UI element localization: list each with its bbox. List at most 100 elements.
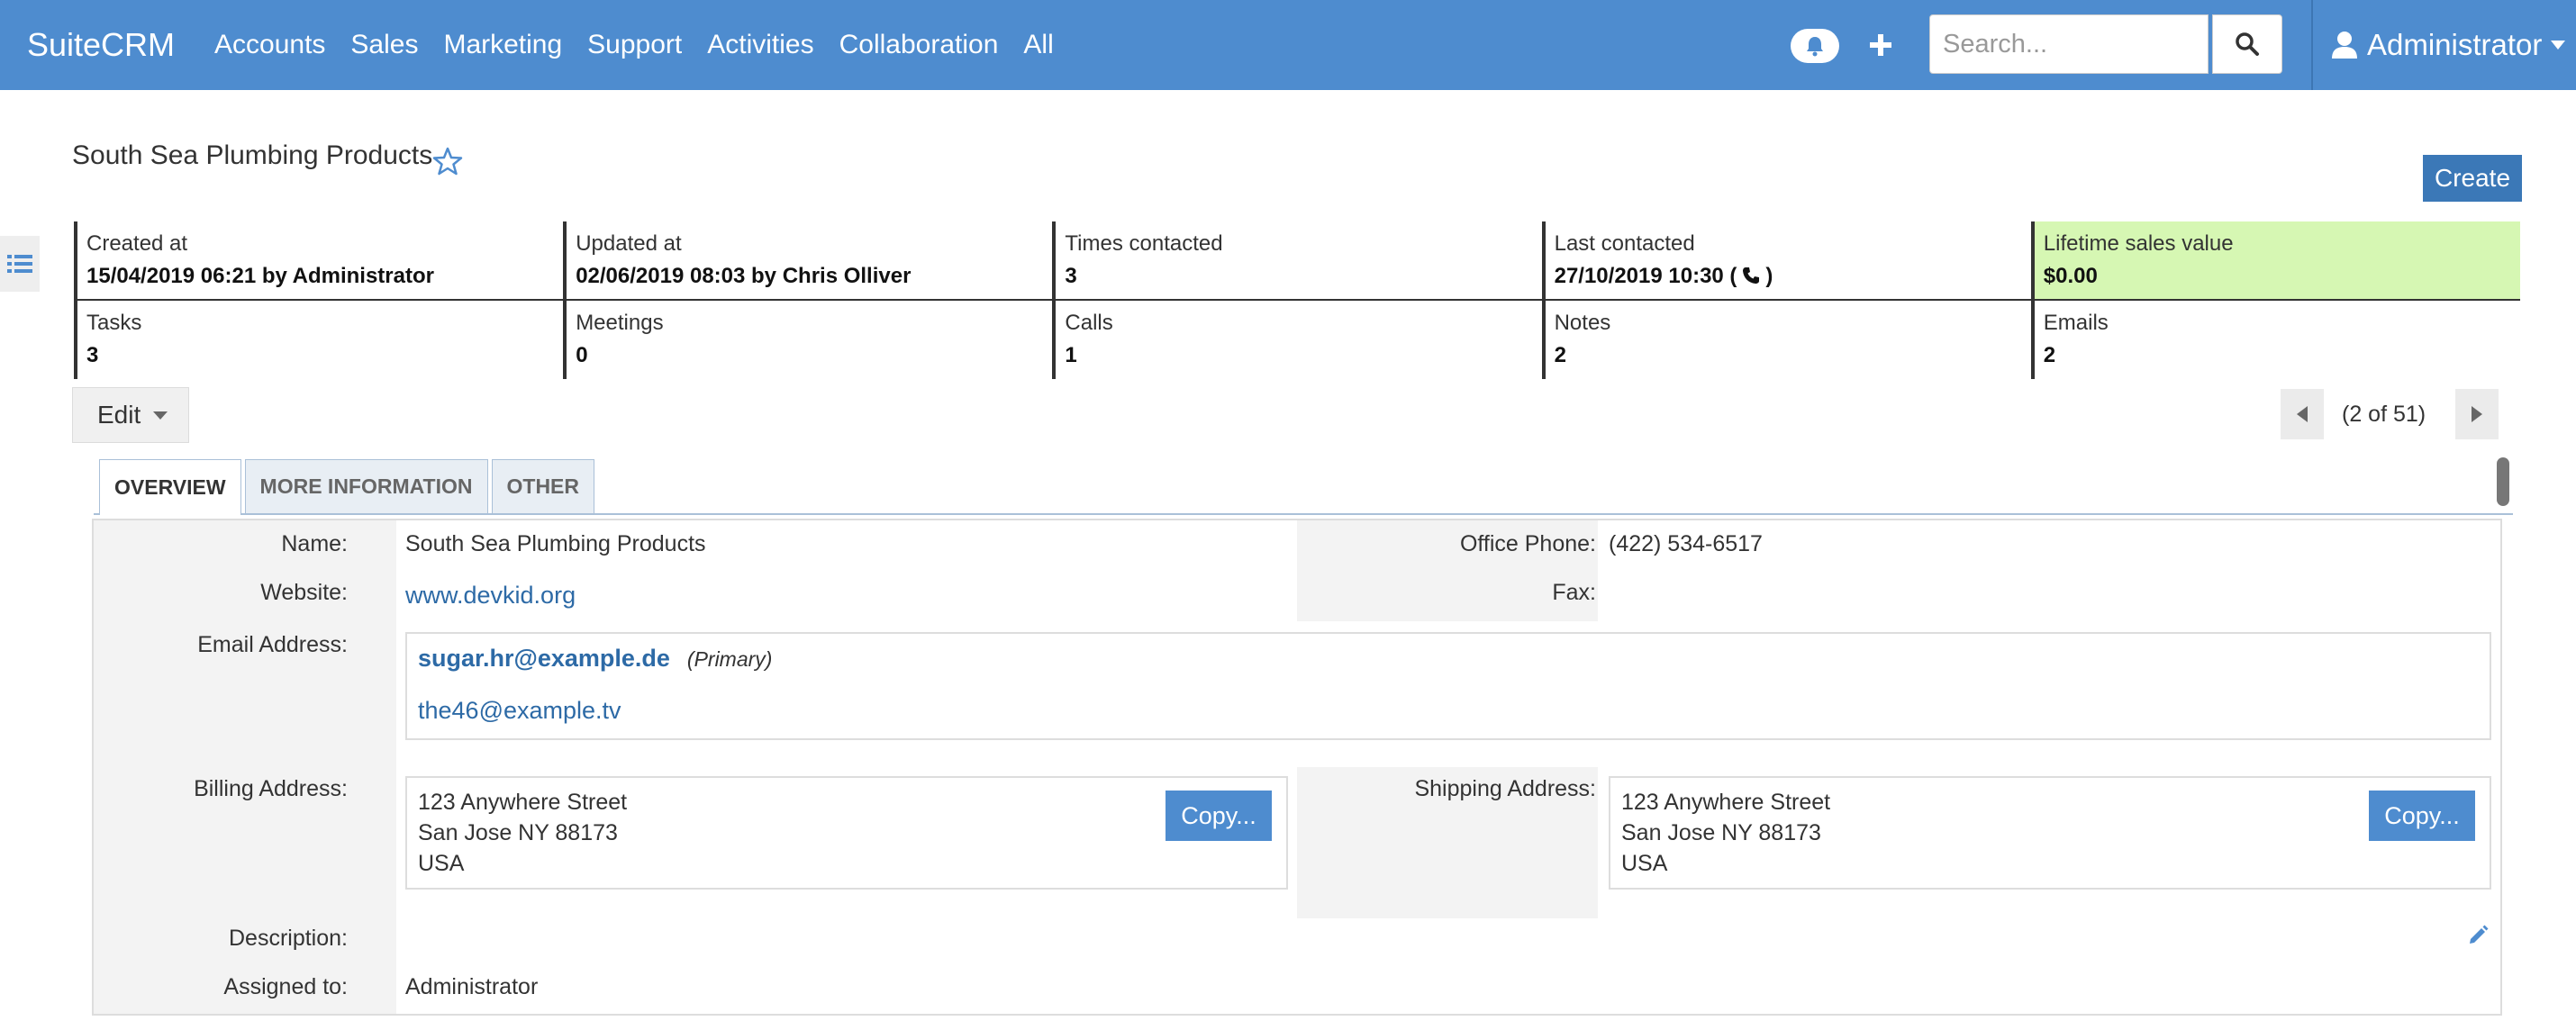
scrollbar-thumb[interactable] [2497,457,2509,506]
search-input[interactable] [1929,14,2209,74]
nav-item-all[interactable]: All [1011,0,1066,90]
nav-item-accounts[interactable]: Accounts [214,0,338,90]
shipping-country: USA [1621,851,1668,876]
name-value: South Sea Plumbing Products [405,531,706,556]
magnifier-icon [2236,32,2259,56]
summary-panel: Created at 15/04/2019 06:21 by Administr… [74,221,2520,379]
billing-address-box: 123 Anywhere Street San Jose NY 88173 US… [405,776,1288,890]
shipping-address-box: 123 Anywhere Street San Jose NY 88173 US… [1609,776,2491,890]
email-primary-link[interactable]: sugar.hr@example.de [418,645,670,672]
phone-icon [1743,267,1760,284]
summary-label: Meetings [576,311,664,335]
summary-value: 3 [1065,264,1077,288]
billing-street: 123 Anywhere Street [418,790,628,815]
search-button[interactable] [2212,14,2282,74]
detail-tabs: OVERVIEW MORE INFORMATION OTHER [99,459,598,515]
brand-logo[interactable]: SuiteCRM [27,0,175,90]
chevron-down-icon [2551,41,2566,50]
summary-updated: Updated at 02/06/2019 08:03 by Chris Oll… [563,221,1053,301]
summary-value: $0.00 [2043,264,2098,288]
user-menu[interactable]: Administrator [2331,0,2566,90]
tab-other[interactable]: OTHER [491,459,594,513]
description-label: Description: [229,926,348,951]
summary-created: Created at 15/04/2019 06:21 by Administr… [74,221,564,301]
summary-calls: Calls 1 [1052,301,1541,379]
nav-item-activities[interactable]: Activities [694,0,826,90]
email-primary-tag: (Primary) [686,647,773,671]
summary-last-contacted: Last contacted 27/10/2019 10:30 () [1541,221,2031,301]
shipping-street: 123 Anywhere Street [1621,790,1831,815]
nav-divider [2311,0,2313,90]
summary-label: Created at [86,231,188,256]
last-contacted-suffix: ) [1765,264,1773,288]
website-label: Website: [260,580,348,605]
notifications-button[interactable] [1791,29,1839,63]
summary-label: Times contacted [1065,231,1223,256]
next-record-button[interactable] [2455,389,2499,439]
caret-right-icon [2472,406,2482,422]
summary-times-contacted: Times contacted 3 [1052,221,1542,301]
favorite-star-icon[interactable] [432,147,463,176]
summary-value: 02/06/2019 08:03 by Chris Olliver [576,264,912,288]
assigned-to-value: Administrator [405,974,539,999]
email-box: sugar.hr@example.de (Primary) the46@exam… [405,632,2491,740]
edit-actions-button[interactable]: Edit [72,387,189,443]
summary-value: 2 [1554,343,1566,367]
nav-item-marketing[interactable]: Marketing [431,0,575,90]
shipping-address-label: Shipping Address: [1414,776,1596,801]
summary-label: Updated at [576,231,682,256]
overview-panel: Name: South Sea Plumbing Products Office… [92,519,2502,1016]
website-link[interactable]: www.devkid.org [405,582,576,610]
email-secondary-link[interactable]: the46@example.tv [418,697,621,725]
user-icon [2332,32,2357,59]
last-contacted-value: 27/10/2019 10:30 ( [1554,264,1737,288]
nav-item-collaboration[interactable]: Collaboration [827,0,1011,90]
summary-value: 0 [576,343,588,367]
office-phone-value: (422) 534-6517 [1609,531,1763,556]
edit-label: Edit [97,401,141,429]
summary-value: 3 [86,343,99,367]
office-phone-label: Office Phone: [1459,531,1596,556]
nav-item-sales[interactable]: Sales [338,0,431,90]
summary-value: 2 [2043,343,2056,367]
quick-create-button[interactable] [1863,27,1899,63]
page-title: South Sea Plumbing Products [72,140,433,170]
summary-tasks: Tasks 3 [74,301,563,379]
summary-label: Tasks [86,311,142,335]
plus-icon [1870,34,1891,56]
shipping-city: San Jose NY 88173 [1621,820,1821,845]
summary-value: 27/10/2019 10:30 () [1555,260,2031,293]
main-menu: Accounts Sales Marketing Support Activit… [214,0,1066,90]
shipping-address-lines: 123 Anywhere Street San Jose NY 88173 US… [1621,787,1830,879]
summary-label: Emails [2043,311,2109,335]
user-name: Administrator [2367,28,2543,61]
pencil-icon[interactable] [2468,924,2490,945]
summary-value: 1 [1065,343,1077,367]
name-label: Name: [281,531,348,556]
sidebar-toggle[interactable] [0,236,40,292]
tab-more-information[interactable]: MORE INFORMATION [244,459,488,513]
summary-label: Notes [1554,311,1611,335]
summary-lifetime-sales: Lifetime sales value $0.00 [2030,221,2520,301]
create-button[interactable]: Create [2423,155,2522,202]
copy-billing-button[interactable]: Copy... [1166,791,1272,841]
tab-overview[interactable]: OVERVIEW [99,459,241,515]
assigned-to-label: Assigned to: [223,974,348,999]
previous-record-button[interactable] [2281,389,2324,439]
billing-country: USA [418,851,465,876]
summary-label: Lifetime sales value [2043,231,2234,256]
bell-icon [1807,37,1823,57]
caret-left-icon [2297,406,2308,422]
summary-label: Last contacted [1554,231,1695,256]
billing-address-label: Billing Address: [194,776,348,801]
list-icon [7,255,32,273]
summary-label: Calls [1065,311,1113,335]
nav-item-support[interactable]: Support [575,0,694,90]
chevron-down-icon [153,411,168,420]
email-label: Email Address: [197,632,348,657]
email-primary-row: sugar.hr@example.de (Primary) [418,645,772,673]
summary-value: 15/04/2019 06:21 by Administrator [86,264,434,288]
summary-emails: Emails 2 [2030,301,2520,379]
copy-shipping-button[interactable]: Copy... [2369,791,2475,841]
summary-meetings: Meetings 0 [563,301,1052,379]
